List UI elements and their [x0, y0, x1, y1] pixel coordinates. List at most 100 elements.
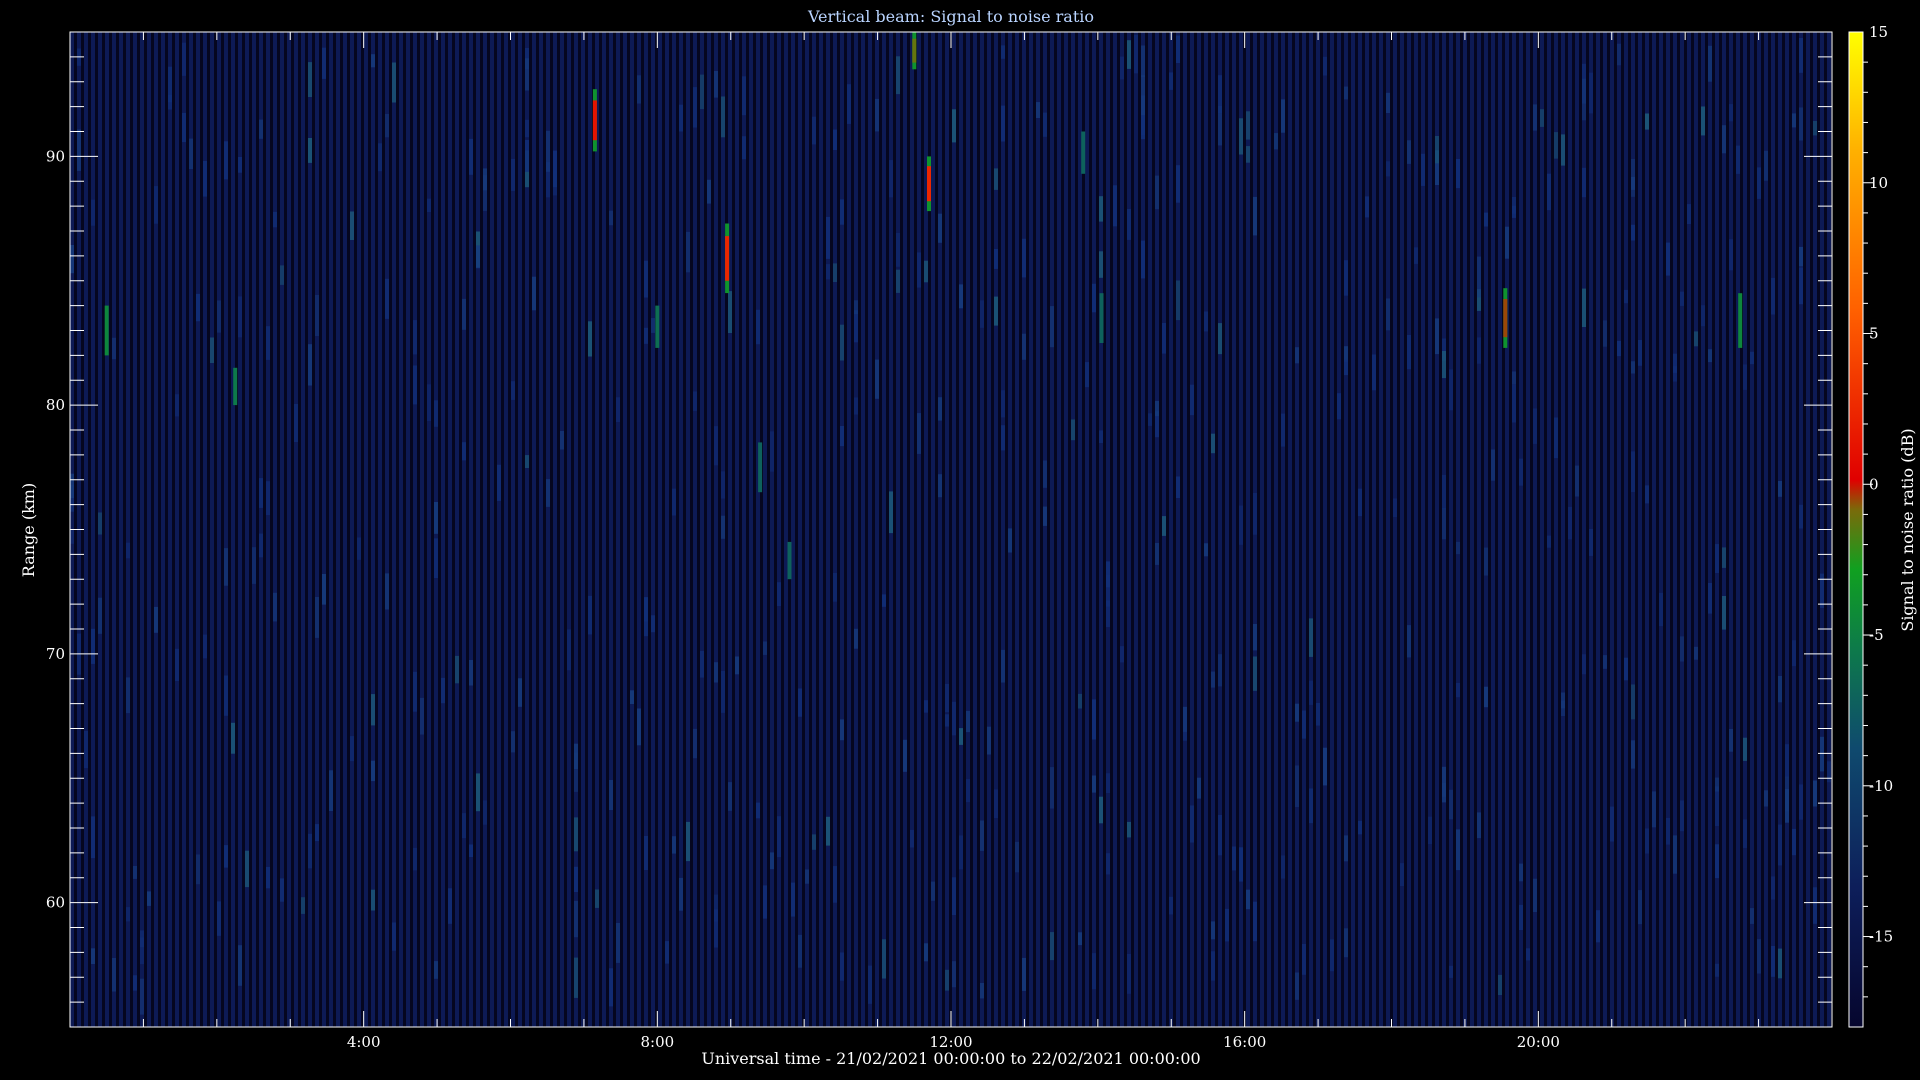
noise-dash: [371, 760, 375, 782]
noise-dash: [1225, 908, 1229, 942]
noise-dash: [1407, 335, 1411, 370]
noise-dash: [301, 897, 305, 914]
echo-mark: [912, 32, 917, 70]
noise-dash: [1477, 337, 1481, 364]
noise-dash: [1001, 390, 1005, 418]
noise-dash: [1624, 657, 1628, 681]
noise-dash: [1799, 504, 1803, 529]
noise-dash: [1155, 400, 1159, 417]
noise-dash: [1729, 104, 1733, 122]
noise-dash: [1239, 118, 1243, 155]
colorbar-tick-label: -10: [1869, 777, 1893, 795]
noise-dash: [616, 923, 620, 963]
noise-dash: [1610, 806, 1614, 842]
noise-dash: [567, 629, 571, 671]
noise-dash: [392, 922, 396, 951]
noise-dash: [266, 481, 270, 516]
noise-dash: [1281, 99, 1285, 133]
noise-dash: [1799, 107, 1803, 141]
noise-dash: [1393, 498, 1397, 517]
noise-dash: [1309, 788, 1313, 824]
noise-dash: [938, 397, 942, 421]
noise-dash: [1400, 863, 1404, 886]
echo-mark: [592, 89, 597, 152]
noise-dash: [1253, 656, 1257, 691]
noise-dash: [1148, 413, 1152, 426]
noise-dash: [1764, 150, 1768, 181]
noise-dash: [1162, 323, 1166, 354]
noise-dash: [777, 582, 781, 606]
noise-dash: [1218, 815, 1222, 856]
noise-dash: [91, 948, 95, 964]
noise-dash: [1043, 506, 1047, 526]
noise-dash: [1442, 766, 1446, 803]
noise-dash: [1757, 939, 1761, 974]
noise-dash: [175, 648, 179, 681]
noise-dash: [126, 677, 130, 714]
heatmap-background: [70, 32, 1832, 1027]
noise-dash: [196, 293, 200, 322]
noise-dash: [1659, 592, 1663, 627]
noise-dash: [994, 789, 998, 818]
noise-dash: [1106, 853, 1110, 875]
noise-dash: [756, 802, 760, 819]
noise-dash: [686, 821, 690, 862]
noise-dash: [1652, 791, 1656, 828]
echo-mark: [104, 305, 109, 356]
noise-dash: [952, 701, 956, 736]
noise-dash: [1519, 863, 1523, 882]
noise-dash: [721, 471, 725, 499]
noise-dash: [1218, 654, 1222, 687]
noise-dash: [1176, 280, 1180, 321]
noise-dash: [665, 941, 669, 964]
noise-dash: [980, 983, 984, 999]
noise-dash: [1456, 683, 1460, 698]
noise-dash: [1813, 887, 1817, 924]
noise-dash: [112, 337, 116, 360]
noise-dash: [707, 179, 711, 204]
noise-dash: [1183, 706, 1187, 732]
noise-dash: [1330, 939, 1334, 972]
noise-dash: [1106, 773, 1110, 793]
noise-dash: [945, 683, 949, 713]
noise-dash: [1813, 780, 1817, 807]
noise-dash: [1631, 224, 1635, 241]
noise-dash: [518, 678, 522, 707]
x-tick-label: 8:00: [640, 1033, 674, 1051]
noise-dash: [938, 474, 942, 498]
noise-dash: [1435, 318, 1439, 355]
noise-dash: [1253, 196, 1257, 236]
noise-dash: [1771, 876, 1775, 900]
noise-dash: [1582, 288, 1586, 327]
noise-dash: [693, 87, 697, 128]
noise-dash: [182, 42, 186, 76]
noise-dash: [1204, 543, 1208, 557]
noise-dash: [1337, 393, 1341, 420]
x-tick-label: 16:00: [1223, 1033, 1266, 1051]
noise-dash: [1323, 747, 1327, 786]
noise-dash: [1722, 596, 1726, 630]
noise-dash: [77, 129, 81, 171]
noise-dash: [700, 650, 704, 678]
noise-dash: [217, 300, 221, 333]
noise-dash: [1302, 710, 1306, 739]
noise-dash: [1281, 855, 1285, 879]
noise-dash: [231, 722, 235, 754]
noise-dash: [1715, 844, 1719, 879]
noise-dash: [938, 213, 942, 243]
noise-dash: [1645, 485, 1649, 504]
noise-dash: [574, 817, 578, 852]
noise-dash: [679, 877, 683, 911]
x-tick-label: 20:00: [1517, 1033, 1560, 1051]
noise-dash: [1358, 488, 1362, 517]
echo-mark: [927, 156, 931, 212]
noise-dash: [637, 75, 641, 104]
y-tick-label: 80: [46, 396, 65, 414]
noise-dash: [1820, 736, 1824, 772]
noise-dash: [308, 833, 312, 869]
noise-dash: [1512, 205, 1516, 218]
noise-dash: [574, 752, 578, 792]
echo-mark-core: [725, 236, 730, 281]
noise-dash: [1176, 476, 1180, 498]
noise-dash: [378, 143, 382, 172]
